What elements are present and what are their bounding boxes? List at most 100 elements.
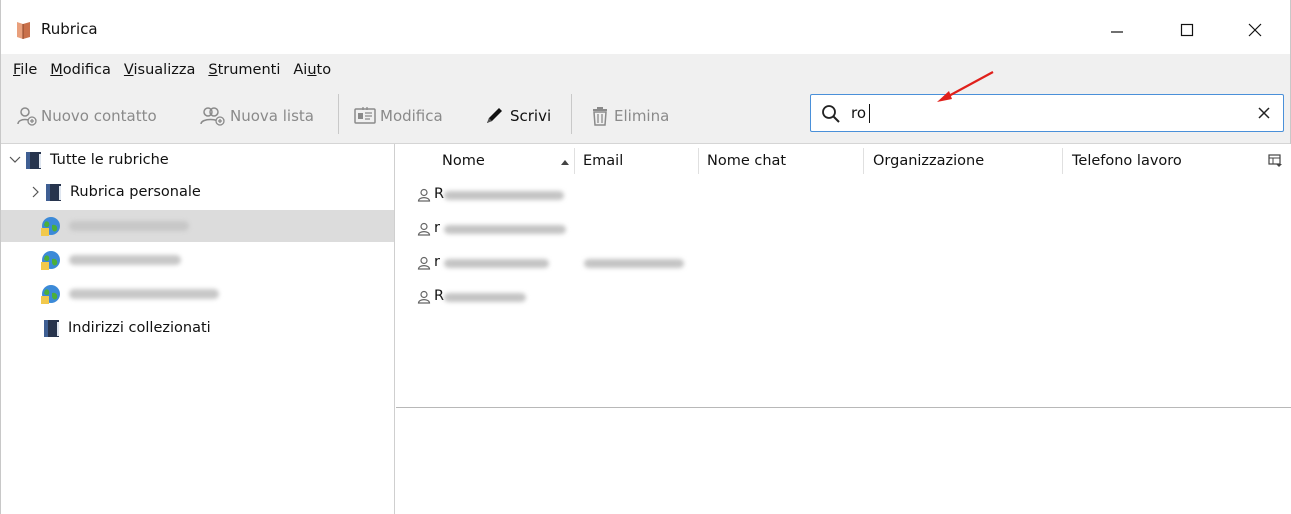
column-header-organization[interactable]: Organizzazione bbox=[873, 144, 984, 178]
address-book-icon bbox=[26, 151, 41, 169]
address-book-icon bbox=[44, 319, 59, 337]
ldap-globe-icon bbox=[41, 217, 60, 236]
blurred-book-name bbox=[69, 289, 219, 299]
write-button[interactable]: Scrivi bbox=[484, 103, 551, 129]
annotation-arrow-icon bbox=[937, 71, 994, 102]
column-header-email[interactable]: Email bbox=[583, 144, 623, 178]
maximize-button[interactable] bbox=[1164, 12, 1210, 48]
menu-view-post: isualizza bbox=[133, 62, 196, 78]
toolbar: Nuovo contatto Nuova lista Modifica Scri… bbox=[1, 86, 1290, 144]
tree-label-all: Tutte le rubriche bbox=[50, 152, 169, 168]
address-book-icon bbox=[46, 183, 61, 201]
maximize-icon bbox=[1180, 23, 1194, 37]
column-label-email: Email bbox=[583, 153, 624, 169]
delete-button[interactable]: Elimina bbox=[590, 103, 669, 129]
new-contact-button[interactable]: Nuovo contatto bbox=[17, 103, 157, 129]
edit-button[interactable]: Modifica bbox=[354, 103, 443, 129]
menu-view-accesskey: V bbox=[123, 62, 134, 78]
text-caret bbox=[869, 104, 870, 123]
title-bar: Rubrica bbox=[1, 0, 1290, 54]
contact-detail-pane bbox=[396, 408, 1291, 514]
pencil-icon bbox=[487, 108, 502, 123]
chevron-down-icon[interactable] bbox=[9, 154, 21, 166]
contact-row[interactable]: r bbox=[396, 212, 1276, 246]
close-icon bbox=[1248, 23, 1262, 37]
blurred-book-name bbox=[69, 221, 189, 231]
contact-person-icon bbox=[417, 222, 431, 236]
new-list-button[interactable]: Nuova lista bbox=[200, 103, 314, 129]
contact-person-icon bbox=[417, 256, 431, 270]
column-label-work-phone: Telefono lavoro bbox=[1072, 153, 1182, 169]
address-book-window: Rubrica File Modifica Visualizza Strumen… bbox=[0, 0, 1291, 514]
menu-file-post: ile bbox=[20, 62, 38, 78]
contact-row[interactable]: R bbox=[396, 178, 1276, 212]
column-separator bbox=[1062, 148, 1063, 174]
contact-name: R bbox=[434, 288, 445, 304]
blurred-contact-name bbox=[444, 293, 526, 302]
contact-row[interactable]: r bbox=[396, 246, 1276, 280]
tree-label-collected: Indirizzi collezionati bbox=[68, 320, 211, 336]
clear-search-icon[interactable] bbox=[1257, 106, 1271, 120]
contact-row[interactable]: R bbox=[396, 280, 1276, 314]
window-title: Rubrica bbox=[41, 20, 98, 38]
contact-name: r bbox=[434, 254, 440, 270]
contact-person-icon bbox=[417, 188, 431, 202]
blurred-contact-name bbox=[444, 191, 564, 200]
toolbar-separator bbox=[571, 94, 572, 134]
menu-tools-accesskey: S bbox=[208, 62, 218, 78]
toolbar-separator bbox=[338, 94, 339, 134]
column-picker-icon[interactable] bbox=[1268, 154, 1282, 168]
menu-bar: File Modifica Visualizza Strumenti Aiuto bbox=[1, 54, 1290, 86]
ldap-globe-icon bbox=[41, 285, 60, 304]
blurred-contact-email bbox=[584, 259, 684, 268]
search-icon bbox=[822, 105, 840, 123]
contact-card-icon bbox=[354, 107, 376, 124]
tree-item-collected-addresses[interactable]: Indirizzi collezionati bbox=[1, 312, 394, 344]
column-header-work-phone[interactable]: Telefono lavoro bbox=[1072, 144, 1182, 178]
tree-item-all-books[interactable]: Tutte le rubriche bbox=[1, 144, 394, 176]
menu-tools[interactable]: Strumenti bbox=[208, 62, 280, 78]
column-header-chat[interactable]: Nome chat bbox=[707, 144, 786, 178]
menu-edit-post: odifica bbox=[62, 62, 111, 78]
menu-help-post: to bbox=[316, 62, 332, 78]
menu-help[interactable]: Aiuto bbox=[293, 62, 331, 78]
menu-view[interactable]: Visualizza bbox=[124, 62, 195, 78]
menu-edit[interactable]: Modifica bbox=[50, 62, 111, 78]
contact-name: R bbox=[434, 186, 445, 202]
column-header-name[interactable]: Nome bbox=[442, 144, 582, 178]
address-book-tree: Tutte le rubriche Rubrica personale Indi… bbox=[1, 144, 395, 514]
menu-help-accesskey: u bbox=[307, 62, 317, 78]
new-list-label: Nuova lista bbox=[230, 107, 314, 125]
ldap-globe-icon bbox=[41, 251, 60, 270]
write-label: Scrivi bbox=[510, 107, 552, 125]
new-contact-label: Nuovo contatto bbox=[41, 107, 157, 125]
contact-person-icon bbox=[417, 290, 431, 304]
close-button[interactable] bbox=[1232, 12, 1278, 48]
menu-file[interactable]: File bbox=[13, 62, 37, 78]
tree-item-ldap-book[interactable] bbox=[1, 278, 394, 310]
column-separator bbox=[574, 148, 575, 174]
tree-item-ldap-book[interactable] bbox=[1, 244, 394, 276]
contacts-list: Nome Email Nome chat Organizzazione Tele… bbox=[396, 144, 1291, 408]
contact-name: r bbox=[434, 220, 440, 236]
menu-edit-accesskey: M bbox=[50, 62, 63, 78]
column-label-chat: Nome chat bbox=[707, 153, 787, 169]
tree-item-personal-book[interactable]: Rubrica personale bbox=[1, 176, 394, 208]
blurred-book-name bbox=[69, 255, 181, 265]
sort-ascending-icon bbox=[561, 160, 569, 165]
add-list-icon bbox=[200, 107, 225, 126]
address-book-app-icon bbox=[17, 22, 30, 39]
tree-item-ldap-book[interactable] bbox=[1, 210, 394, 242]
minimize-button[interactable] bbox=[1094, 12, 1140, 48]
menu-tools-post: trumenti bbox=[217, 62, 281, 78]
column-separator bbox=[863, 148, 864, 174]
blurred-contact-name bbox=[444, 259, 549, 268]
trash-icon bbox=[593, 107, 607, 126]
add-contact-icon bbox=[17, 107, 37, 126]
column-label-organization: Organizzazione bbox=[873, 153, 985, 169]
column-label-name: Nome bbox=[442, 153, 485, 169]
column-separator bbox=[698, 148, 699, 174]
search-input[interactable]: ro bbox=[810, 94, 1284, 132]
chevron-right-icon[interactable] bbox=[29, 186, 41, 198]
menu-help-pre: Ai bbox=[293, 62, 308, 78]
